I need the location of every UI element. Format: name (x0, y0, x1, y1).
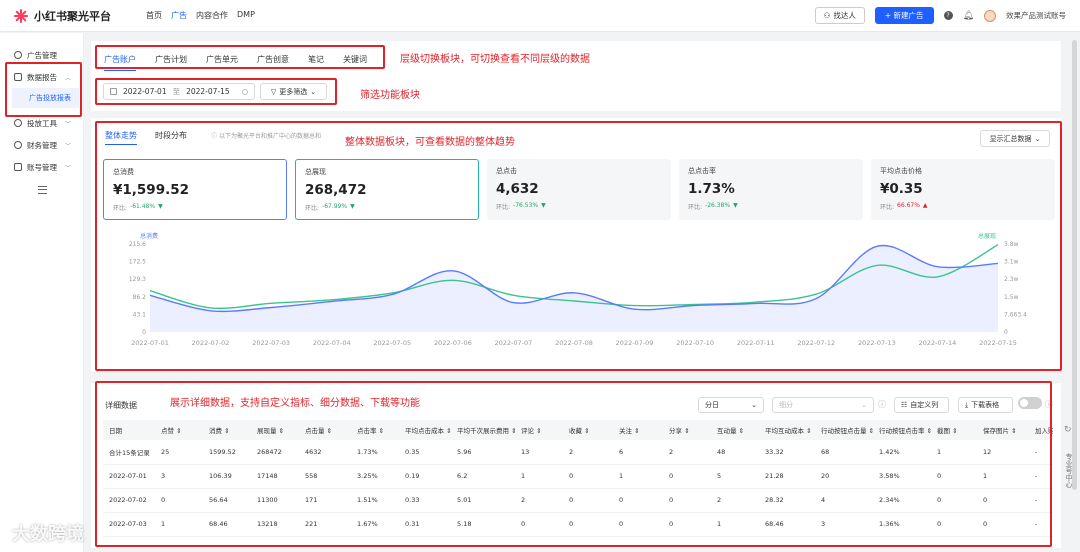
app-name: 小红书聚光平台 (34, 9, 111, 23)
finance-icon (14, 141, 22, 149)
sidebar-highlight-box (5, 62, 82, 117)
topnav-home[interactable]: 首页 (146, 10, 162, 21)
sidebar-item-label: 财务管理 (27, 140, 57, 150)
tag-icon (14, 51, 22, 59)
topnav-content[interactable]: 内容合作 (196, 10, 228, 21)
logo-icon (14, 8, 28, 23)
filter-highlight-box (95, 78, 337, 105)
help-icon[interactable]: ? (943, 11, 953, 20)
topnav-ads[interactable]: 广告 (171, 10, 187, 21)
chevron-down-icon: ﹀ (65, 142, 72, 150)
logo[interactable]: 小红书聚光平台 (14, 8, 146, 24)
pro-center-label: 专业号中心 (1065, 453, 1073, 488)
page-scrollbar[interactable] (1072, 40, 1077, 490)
top-nav: 首页 广告 内容合作 DMP (146, 10, 255, 21)
sidebar-item-label: 广告管理 (27, 50, 57, 60)
sidebar-item-account[interactable]: 账号管理 ﹀ (0, 156, 83, 178)
pro-center-sidebar[interactable]: ↻ 专业号中心 (1064, 425, 1076, 545)
refresh-icon[interactable]: ↻ (1064, 425, 1076, 435)
user-icon: ⚇ (823, 11, 831, 20)
find-people-button[interactable]: ⚇ 找达人 (814, 7, 865, 24)
bell-icon[interactable]: 🔔︎ (963, 11, 974, 21)
sidebar-item-label: 投放工具 (27, 118, 57, 128)
chevron-down-icon: ﹀ (65, 120, 72, 128)
watermark: 大数跨境 (12, 524, 84, 545)
overview-highlight-box (95, 121, 1062, 371)
topnav-dmp[interactable]: DMP (237, 10, 255, 21)
sidebar-item-finance[interactable]: 财务管理 ﹀ (0, 134, 83, 156)
top-right: ⚇ 找达人 + 新建广告 ? 🔔︎ 效果产品测试账号 (814, 7, 1066, 24)
top-bar: 小红书聚光平台 首页 广告 内容合作 DMP ⚇ 找达人 + 新建广告 ? 🔔︎… (0, 0, 1080, 32)
find-people-label: 找达人 (833, 11, 856, 20)
filter-note: 筛选功能板块 (360, 90, 420, 101)
account-name[interactable]: 效果产品测试账号 (1006, 10, 1066, 21)
avatar[interactable] (984, 9, 996, 22)
sidebar-item-label: 账号管理 (27, 162, 57, 172)
tabs-highlight-box (95, 45, 385, 69)
detail-highlight-box (95, 381, 1052, 547)
account-icon (14, 163, 22, 171)
new-ad-button[interactable]: + 新建广告 (874, 7, 934, 24)
tool-icon (14, 119, 22, 127)
collapse-sidebar-icon[interactable] (38, 186, 47, 194)
tabs-note: 层级切换板块，可切换查看不同层级的数据 (400, 54, 590, 65)
chevron-down-icon: ﹀ (65, 164, 72, 172)
